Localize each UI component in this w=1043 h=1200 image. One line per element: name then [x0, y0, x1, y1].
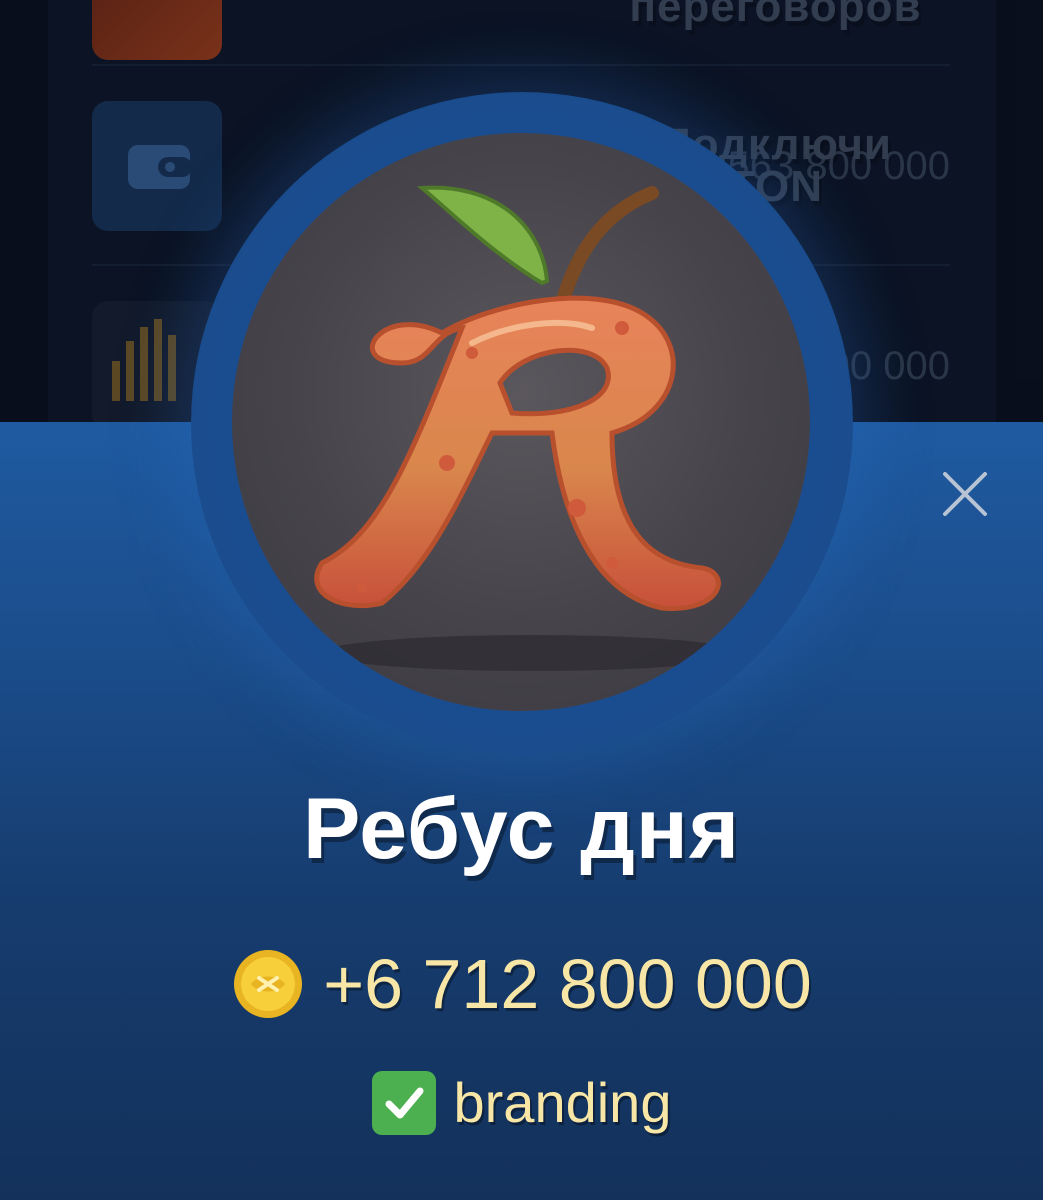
close-button[interactable]: [936, 465, 994, 523]
tag-row: branding: [0, 1070, 1043, 1135]
apple-letter-r-icon: [314, 185, 742, 671]
task-title-heading: Ребус дня: [302, 781, 741, 877]
check-mark-icon: [371, 1070, 436, 1135]
gold-coin-icon: [234, 950, 303, 1018]
reward-amount: +6 712 800 000: [323, 945, 812, 1023]
task-avatar-image: [232, 133, 810, 711]
close-icon: [943, 472, 987, 516]
task-category: branding: [453, 1071, 672, 1134]
reward-row: +6 712 800 000: [0, 944, 1043, 1024]
